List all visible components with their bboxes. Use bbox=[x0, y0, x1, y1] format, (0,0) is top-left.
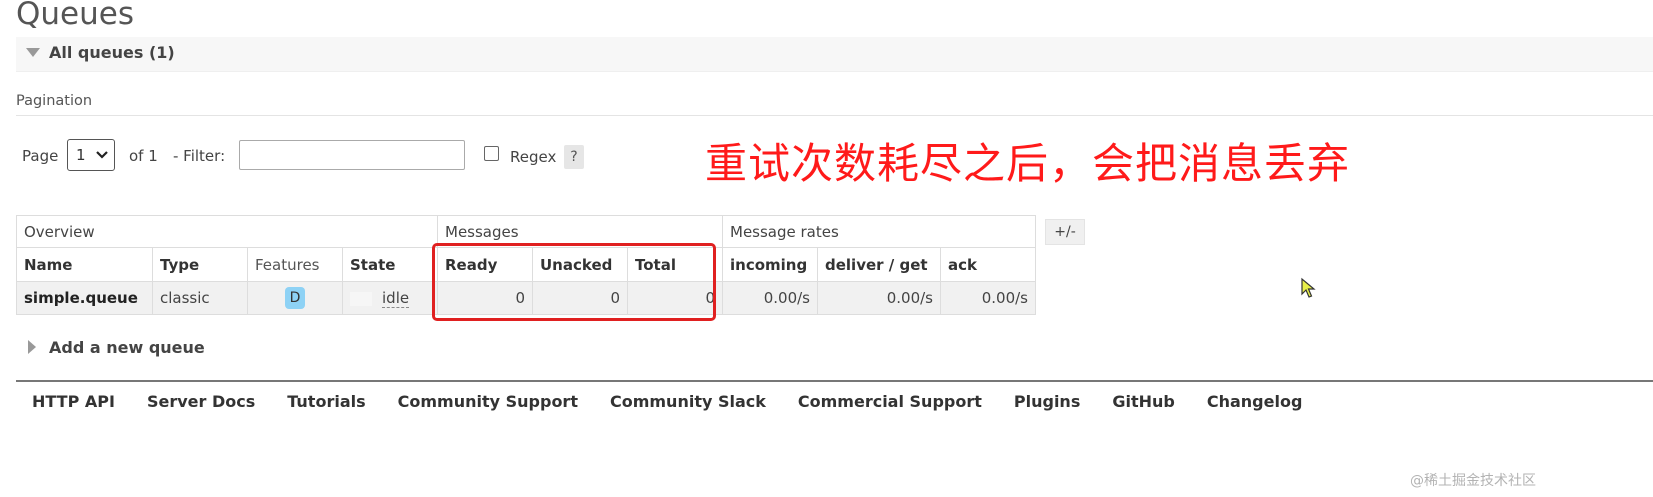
column-header-deliver-get[interactable]: deliver / get bbox=[817, 247, 941, 282]
all-queues-section-header[interactable] bbox=[16, 37, 1653, 72]
queue-features-cell: D bbox=[247, 281, 343, 315]
page-select[interactable]: 1 bbox=[67, 139, 115, 171]
queue-state-cell: idle bbox=[342, 281, 438, 315]
queue-name-link[interactable]: simple.queue bbox=[16, 281, 153, 315]
annotation-text: 重试次数耗尽之后，会把消息丢弃 bbox=[705, 139, 1351, 188]
filter-label: - Filter: bbox=[173, 147, 226, 165]
page-label: Page bbox=[22, 147, 59, 165]
queue-type-cell: classic bbox=[152, 281, 248, 315]
chevron-down-icon bbox=[96, 151, 108, 159]
footer-link-plugins[interactable]: Plugins bbox=[998, 392, 1096, 411]
regex-help-button[interactable]: ? bbox=[564, 145, 584, 169]
message-rates-group-header: Message rates bbox=[722, 215, 1036, 248]
column-header-ack[interactable]: ack bbox=[940, 247, 1036, 282]
triangle-right-icon[interactable] bbox=[28, 340, 36, 354]
column-header-state[interactable]: State bbox=[342, 247, 438, 282]
ack-rate-cell: 0.00/s bbox=[940, 281, 1036, 315]
add-new-queue-toggle[interactable]: Add a new queue bbox=[49, 338, 205, 357]
footer-link-http-api[interactable]: HTTP API bbox=[16, 392, 131, 411]
page-select-value: 1 bbox=[76, 146, 86, 164]
page-count-label: of 1 bbox=[129, 147, 158, 165]
footer-divider bbox=[16, 380, 1653, 382]
footer-link-server-docs[interactable]: Server Docs bbox=[131, 392, 271, 411]
column-header-type[interactable]: Type bbox=[152, 247, 248, 282]
column-toggle-button[interactable]: +/- bbox=[1045, 219, 1085, 245]
incoming-rate-cell: 0.00/s bbox=[722, 281, 818, 315]
footer-nav: HTTP API Server Docs Tutorials Community… bbox=[16, 392, 1318, 411]
pagination-divider bbox=[16, 115, 1653, 116]
all-queues-title[interactable]: All queues (1) bbox=[49, 43, 175, 62]
overview-group-header: Overview bbox=[16, 215, 438, 248]
triangle-down-icon[interactable] bbox=[26, 48, 40, 57]
filter-input[interactable] bbox=[239, 140, 465, 170]
column-header-name[interactable]: Name bbox=[16, 247, 153, 282]
annotation-highlight-box bbox=[432, 243, 716, 321]
footer-link-community-support[interactable]: Community Support bbox=[382, 392, 594, 411]
durable-feature-badge: D bbox=[285, 287, 305, 309]
footer-link-github[interactable]: GitHub bbox=[1096, 392, 1191, 411]
watermark: @稀土掘金技术社区 bbox=[1410, 473, 1536, 489]
footer-link-tutorials[interactable]: Tutorials bbox=[271, 392, 381, 411]
footer-link-community-slack[interactable]: Community Slack bbox=[594, 392, 782, 411]
column-header-features: Features bbox=[247, 247, 343, 282]
deliver-get-rate-cell: 0.00/s bbox=[817, 281, 941, 315]
regex-label: Regex bbox=[510, 148, 557, 166]
state-indicator-icon bbox=[350, 291, 372, 306]
regex-checkbox[interactable] bbox=[484, 146, 499, 161]
queue-state-text: idle bbox=[382, 289, 410, 308]
footer-link-changelog[interactable]: Changelog bbox=[1191, 392, 1319, 411]
column-header-incoming[interactable]: incoming bbox=[722, 247, 818, 282]
pagination-label: Pagination bbox=[16, 93, 93, 109]
footer-link-commercial-support[interactable]: Commercial Support bbox=[782, 392, 998, 411]
page-title: Queues bbox=[16, 0, 134, 32]
mouse-cursor-icon bbox=[1301, 277, 1316, 298]
